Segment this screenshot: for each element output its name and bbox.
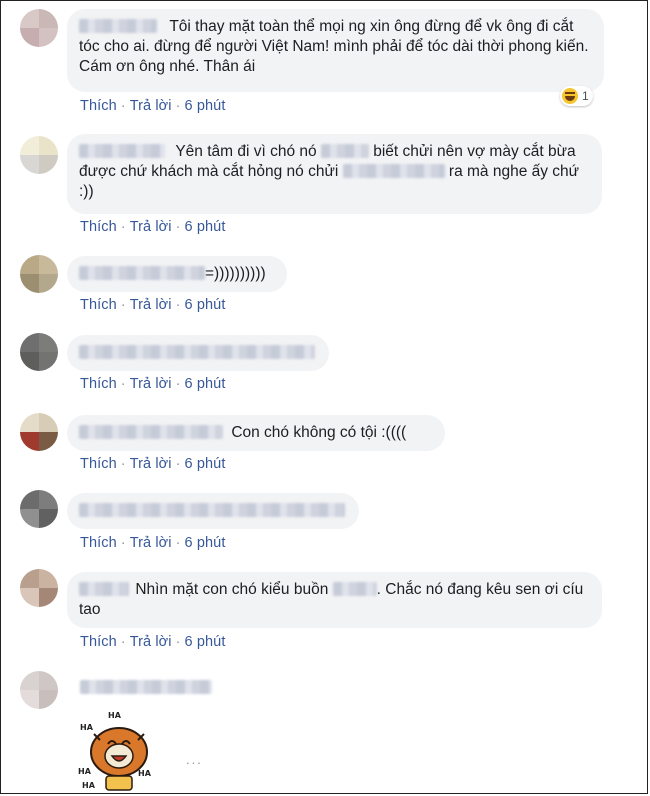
- separator: ·: [175, 98, 181, 114]
- separator: ·: [120, 98, 126, 114]
- comment-actions: Thích · Trả lời · 6 phút: [80, 297, 225, 313]
- comment-bubble: [67, 493, 359, 529]
- author-name-blurred[interactable]: [79, 582, 129, 596]
- blurred-comment: [79, 345, 315, 359]
- timestamp-link[interactable]: 6 phút: [185, 219, 226, 235]
- like-link[interactable]: Thích: [80, 376, 117, 392]
- separator: ·: [175, 535, 181, 551]
- author-name-blurred[interactable]: [80, 680, 212, 694]
- timestamp-link[interactable]: 6 phút: [185, 297, 226, 313]
- blurred-word: [342, 164, 445, 178]
- separator: ·: [120, 297, 126, 313]
- separator: ·: [175, 297, 181, 313]
- avatar[interactable]: [20, 255, 58, 293]
- avatar[interactable]: [20, 569, 58, 607]
- comment-text: =)))))))))): [205, 265, 266, 282]
- more-options-button[interactable]: ...: [186, 752, 203, 767]
- comment-bubble: Tôi thay mặt toàn thể mọi ng xin ông đừn…: [67, 9, 604, 92]
- avatar[interactable]: [20, 333, 58, 371]
- sticker-text: HA: [78, 767, 92, 776]
- like-link[interactable]: Thích: [80, 219, 117, 235]
- timestamp-link[interactable]: 6 phút: [185, 376, 226, 392]
- comment-actions: Thích · Trả lời · 6 phút: [80, 456, 225, 472]
- separator: ·: [175, 634, 181, 650]
- reply-link[interactable]: Trả lời: [130, 535, 172, 551]
- comment-actions: Thích · Trả lời · 6 phút: [80, 376, 225, 392]
- comment-actions: Thích · Trả lời · 6 phút: [80, 634, 225, 650]
- timestamp-link[interactable]: 6 phút: [185, 535, 226, 551]
- like-link[interactable]: Thích: [80, 297, 117, 313]
- separator: ·: [175, 456, 181, 472]
- reaction-count: 1: [582, 89, 589, 103]
- separator: ·: [120, 376, 126, 392]
- author-name-blurred[interactable]: [79, 19, 157, 33]
- comment-actions: Thích · Trả lời · 6 phút: [80, 535, 225, 551]
- comment-text-part1: Nhìn mặt con chó kiểu buồn: [135, 581, 333, 598]
- sticker-text: HA: [82, 781, 96, 790]
- like-link[interactable]: Thích: [80, 634, 117, 650]
- blurred-word: [332, 582, 377, 596]
- timestamp-link[interactable]: 6 phút: [185, 456, 226, 472]
- author-name-blurred[interactable]: [79, 266, 205, 280]
- like-link[interactable]: Thích: [80, 535, 117, 551]
- reply-link[interactable]: Trả lời: [130, 456, 172, 472]
- separator: ·: [175, 376, 181, 392]
- separator: ·: [120, 634, 126, 650]
- blurred-comment: [79, 503, 345, 517]
- timestamp-link[interactable]: 6 phút: [185, 634, 226, 650]
- timestamp-link[interactable]: 6 phút: [185, 98, 226, 114]
- comment-actions: Thích · Trả lời · 6 phút: [80, 98, 225, 114]
- comment-bubble: Yên tâm đi vì chó nó biết chửi nên vợ mà…: [67, 134, 602, 214]
- comment-text-part1: Yên tâm đi vì chó nó: [175, 143, 321, 160]
- comment-bubble: =)))))))))): [67, 256, 287, 292]
- comment-bubble: Con chó không có tội :((((: [67, 415, 445, 451]
- separator: ·: [175, 219, 181, 235]
- sticker-text: HA: [80, 723, 94, 732]
- author-name-blurred[interactable]: [79, 425, 223, 439]
- sticker-text: HA: [108, 711, 122, 720]
- avatar[interactable]: [20, 136, 58, 174]
- like-link[interactable]: Thích: [80, 98, 117, 114]
- comment-text: Con chó không có tội :((((: [231, 424, 407, 441]
- sticker-text: HA: [138, 769, 152, 778]
- screenshot-frame: [0, 0, 648, 794]
- comment-actions: Thích · Trả lời · 6 phút: [80, 219, 225, 235]
- avatar[interactable]: [20, 9, 58, 47]
- separator: ·: [120, 456, 126, 472]
- avatar[interactable]: [20, 671, 58, 709]
- avatar[interactable]: [20, 413, 58, 451]
- comment-bubble: [67, 335, 329, 371]
- avatar[interactable]: [20, 490, 58, 528]
- reply-link[interactable]: Trả lời: [130, 98, 172, 114]
- reply-link[interactable]: Trả lời: [130, 634, 172, 650]
- separator: ·: [120, 535, 126, 551]
- haha-emoji-icon: [562, 88, 578, 104]
- reply-link[interactable]: Trả lời: [130, 376, 172, 392]
- like-link[interactable]: Thích: [80, 456, 117, 472]
- comment-bubble: Nhìn mặt con chó kiểu buồn . Chắc nó đan…: [67, 572, 602, 628]
- reply-link[interactable]: Trả lời: [130, 297, 172, 313]
- separator: ·: [120, 219, 126, 235]
- laughing-ha-ha-sticker[interactable]: HA HA HA HA HA: [78, 704, 160, 794]
- blurred-word: [320, 144, 369, 158]
- author-name-blurred[interactable]: [79, 144, 165, 158]
- reply-link[interactable]: Trả lời: [130, 219, 172, 235]
- reaction-badge[interactable]: 1: [560, 86, 593, 106]
